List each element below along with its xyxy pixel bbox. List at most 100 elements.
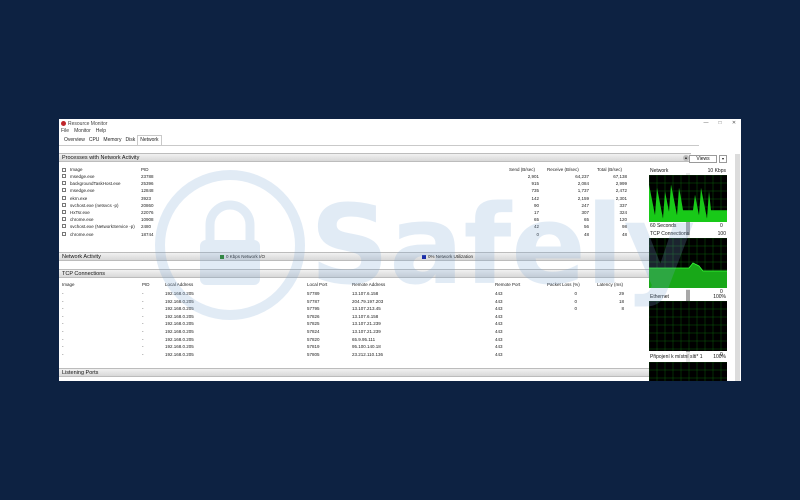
processes-section-header[interactable]: Processes with Network Activity ▲ (59, 153, 691, 162)
col-send[interactable]: Send (B/sec) (509, 167, 535, 172)
process-receive: 1,737 (577, 188, 589, 194)
tcp-remote-address: 65.9.95.111 (352, 336, 376, 342)
col-latency[interactable]: Latency (ms) (597, 282, 623, 287)
tab-cpu[interactable]: CPU (87, 136, 102, 145)
minimize-button[interactable]: — (699, 119, 713, 128)
tcp-row[interactable]: - - 192.168.0.205 57787 204.79.197.203 443 0 18 (59, 298, 691, 305)
tab-overview[interactable]: Overview (62, 136, 87, 145)
process-row[interactable]: chrome.exe 10908 65 65 120 (59, 216, 691, 223)
process-row[interactable]: svchost.exe (NetworkService -p) 2480 42 56 9… (59, 223, 691, 230)
process-checkbox[interactable] (62, 210, 66, 214)
process-pid: 12848 (141, 188, 154, 194)
tcp-latency: 8 (621, 306, 624, 312)
menu-help[interactable]: Help (96, 128, 106, 135)
process-checkbox[interactable] (62, 188, 66, 193)
col-image[interactable]: Image (62, 282, 75, 287)
tcp-row[interactable]: - - 192.168.0.205 57789 13.107.6.158 443 0 29 (59, 290, 691, 297)
tcp-row[interactable]: - - 192.168.0.205 57824 13.107.21.239 443 (59, 328, 691, 335)
col-packet-loss[interactable]: Packet Loss (%) (547, 282, 580, 287)
process-row[interactable]: backgroundTaskHost.exe 25396 915 2,084 2,999 (59, 180, 691, 187)
process-row[interactable]: msedge.exe 23788 2,901 64,237 67,138 (59, 173, 691, 180)
menu-file[interactable]: File (61, 128, 69, 135)
process-receive: 64,237 (575, 174, 589, 179)
process-receive: 48 (583, 231, 589, 237)
process-total: 67,138 (613, 174, 627, 179)
process-row[interactable]: ekrn.exe 3923 142 2,159 2,301 (59, 195, 691, 202)
tcp-section-header[interactable]: TCP Connections ▲ (59, 269, 691, 278)
process-checkbox[interactable] (62, 231, 66, 236)
tab-network[interactable]: Network (137, 135, 162, 145)
maximize-button[interactable]: □ (713, 119, 727, 128)
process-send: 65 (533, 217, 539, 223)
tcp-row[interactable]: - - 192.168.0.205 57825 13.107.21.239 443 (59, 320, 691, 327)
listening-ports-header[interactable]: Listening Ports ▼ (59, 368, 691, 377)
process-send: 142 (531, 195, 539, 201)
tcp-packet-loss: 0 (574, 298, 577, 304)
process-image: msedge.exe (70, 188, 95, 194)
tcp-local-address: 192.168.0.205 (165, 306, 194, 312)
process-total: 98 (621, 224, 627, 230)
listening-ports-title: Listening Ports (62, 370, 99, 376)
tcp-pid: - (142, 298, 144, 304)
col-pid[interactable]: PID (141, 167, 149, 172)
process-row[interactable]: HxTsr.exe 22076 17 307 324 (59, 209, 691, 216)
tcp-row[interactable]: - - 192.168.0.205 57826 13.107.6.158 443 (59, 313, 691, 320)
tcp-image: - (62, 351, 64, 357)
tcp-remote-address: 13.107.6.158 (352, 313, 379, 319)
col-total[interactable]: Total (B/sec) (597, 167, 622, 172)
tcp-row[interactable]: - - 192.168.0.205 57819 95.100.140.18 443 (59, 343, 691, 350)
process-row[interactable]: svchost.exe (netsvcs -p) 20860 90 247 337 (59, 202, 691, 209)
process-checkbox[interactable] (62, 174, 66, 178)
tcp-local-port: 57825 (307, 321, 320, 327)
select-all-checkbox[interactable] (62, 168, 66, 172)
panel-scrollbar[interactable] (735, 154, 740, 381)
process-receive: 65 (583, 217, 589, 223)
graph-title: Ethernet (650, 294, 669, 300)
process-row[interactable]: chrome.exe 18744 0 48 48 (59, 231, 691, 238)
processes-section-title: Processes with Network Activity (62, 155, 140, 161)
tcp-image: - (62, 321, 64, 327)
tcp-pid: - (142, 336, 144, 342)
tcp-row[interactable]: - - 192.168.0.205 57795 13.107.213.45 443 0 8 (59, 305, 691, 312)
process-checkbox[interactable] (62, 202, 66, 207)
tab-memory[interactable]: Memory (101, 136, 123, 145)
col-local-port[interactable]: Local Port (307, 282, 327, 287)
tcp-local-address: 192.168.0.205 (165, 321, 194, 327)
graph-title: Network (650, 168, 669, 174)
graph-max-value: 100 (717, 231, 726, 237)
tcp-remote-port: 443 (495, 329, 503, 334)
process-checkbox[interactable] (62, 224, 66, 229)
tcp-local-port: 57824 (307, 329, 320, 334)
tcp-latency: 18 (618, 298, 624, 304)
process-checkbox[interactable] (62, 181, 66, 186)
col-pid[interactable]: PID (142, 282, 150, 287)
col-remote-port[interactable]: Remote Port (495, 282, 520, 287)
process-checkbox[interactable] (62, 217, 66, 222)
tcp-remote-port: 443 (495, 336, 503, 342)
col-local-address[interactable]: Local Address (165, 282, 193, 287)
tcp-remote-address: 204.79.197.203 (352, 298, 384, 304)
tcp-remote-address: 95.100.140.18 (352, 344, 381, 350)
tcp-image: - (62, 306, 64, 312)
process-pid: 10908 (141, 217, 154, 223)
tcp-image: - (62, 344, 64, 350)
tcp-pid: - (142, 321, 144, 327)
col-receive[interactable]: Receive (B/sec) (547, 167, 579, 172)
views-dropdown-icon[interactable]: ▾ (719, 155, 727, 163)
title-bar: Resource Monitor — □ ✕ (59, 119, 741, 128)
close-button[interactable]: ✕ (727, 119, 741, 128)
col-image[interactable]: Image (70, 167, 83, 172)
process-image: ekrn.exe (70, 195, 88, 201)
process-checkbox[interactable] (62, 195, 66, 200)
tcp-section-title: TCP Connections (62, 271, 106, 277)
process-row[interactable]: msedge.exe 12848 735 1,737 2,472 (59, 187, 691, 194)
network-activity-header[interactable]: Network Activity 0 Kbps Network I/O 0% N… (59, 252, 691, 261)
tcp-row[interactable]: - - 192.168.0.205 57820 65.9.95.111 443 (59, 336, 691, 343)
tcp-row[interactable]: - - 192.168.0.205 57805 23.212.110.136 443 (59, 351, 691, 358)
tab-disk[interactable]: Disk (123, 136, 137, 145)
tcp-local-port: 57805 (307, 351, 320, 357)
tcp-remote-port: 443 (495, 298, 503, 304)
views-button[interactable]: Views (689, 155, 717, 163)
col-remote-address[interactable]: Remote Address (352, 282, 385, 287)
menu-monitor[interactable]: Monitor (74, 128, 91, 135)
